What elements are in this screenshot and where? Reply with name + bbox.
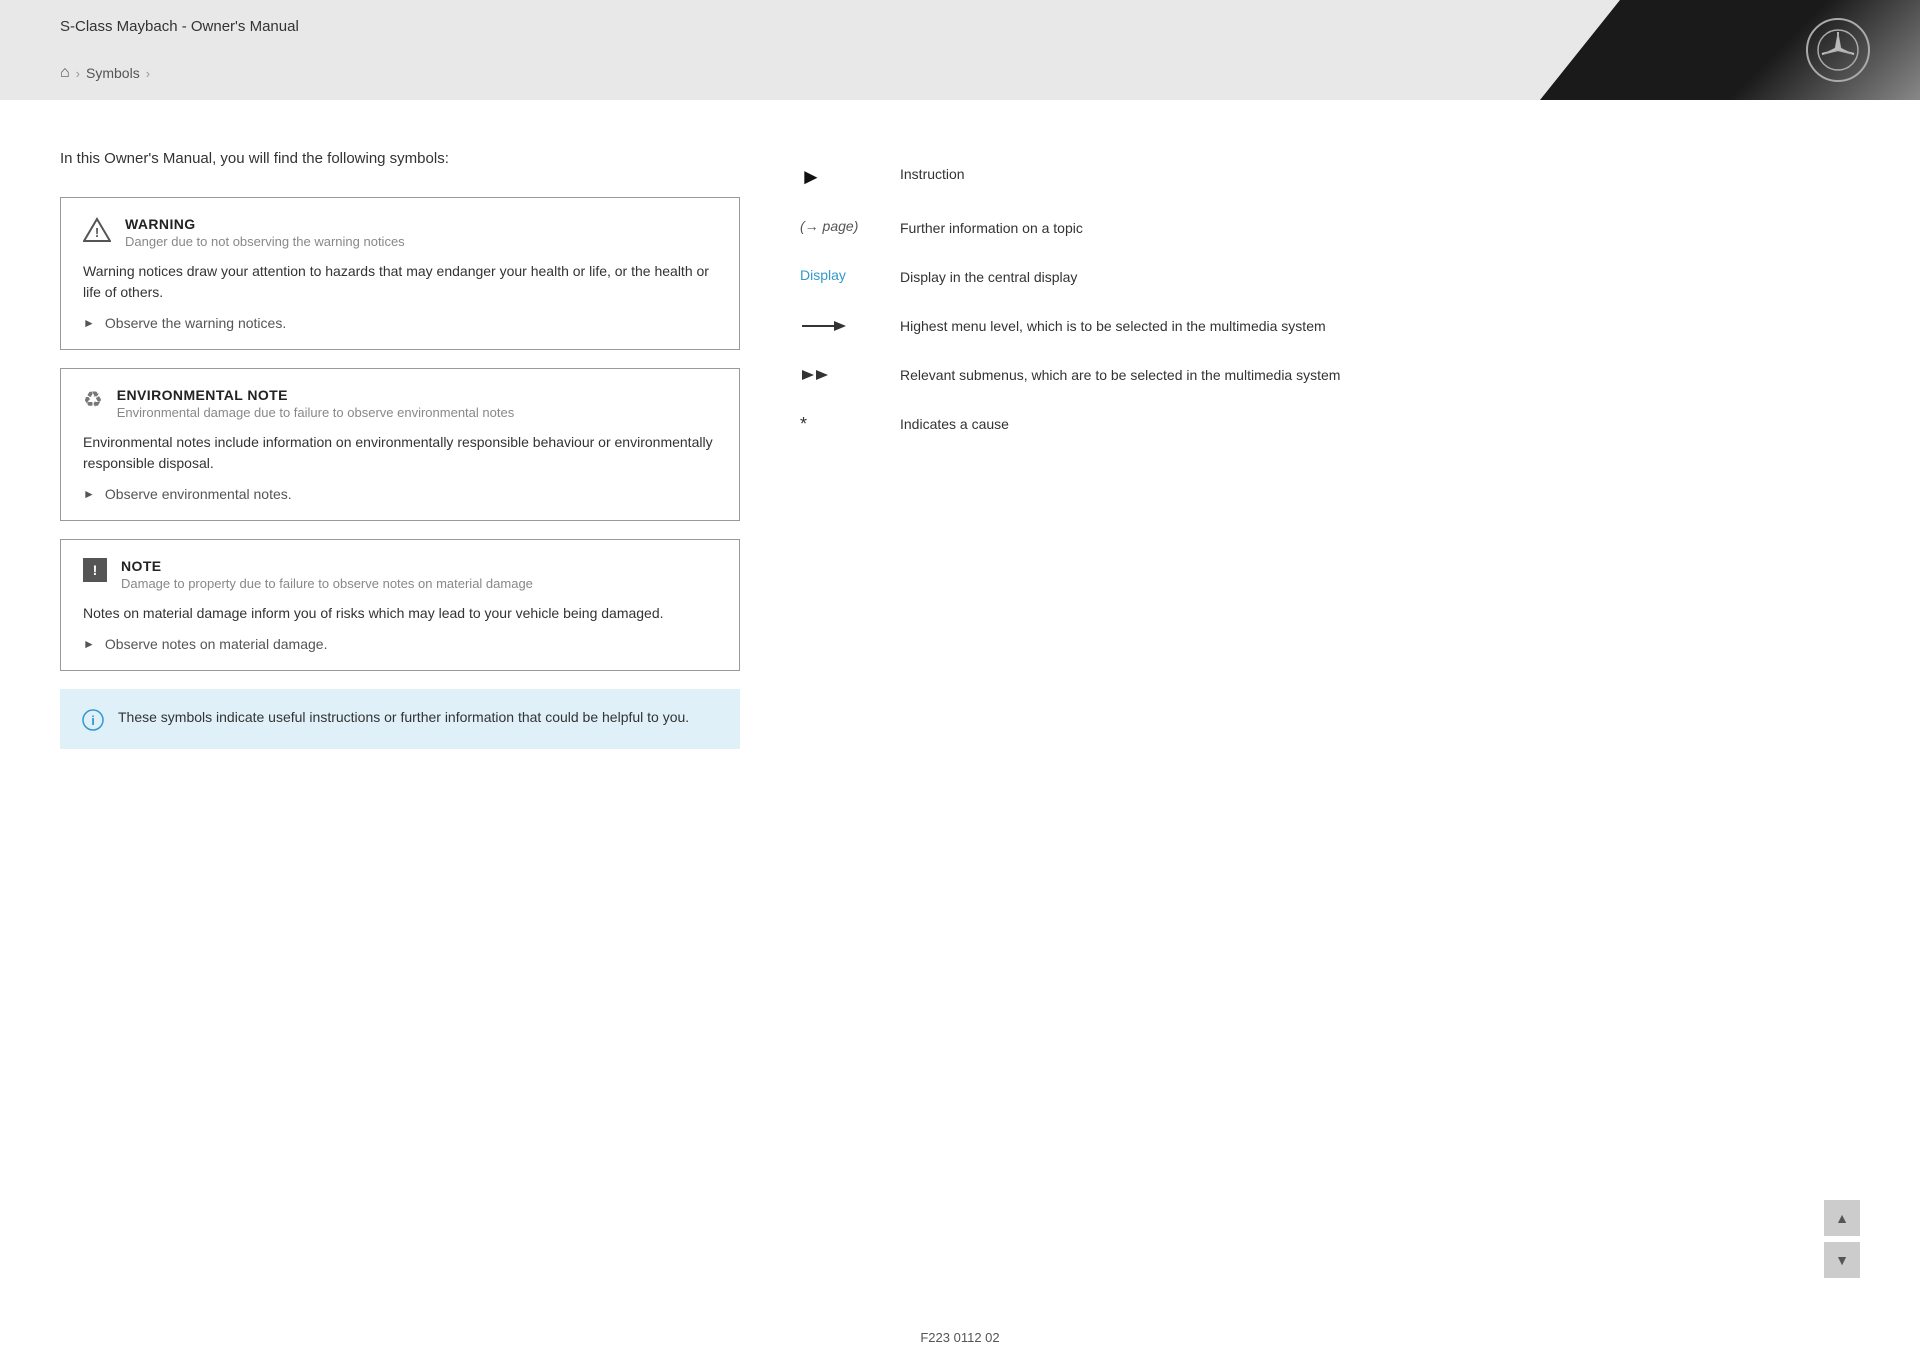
environmental-body: Environmental notes include information … — [83, 432, 717, 474]
logo-area — [1540, 0, 1920, 100]
svg-text:i: i — [91, 713, 95, 728]
play-arrow-icon: ► — [800, 164, 822, 190]
symbol-further-info: (→ page) Further information on a topic — [800, 204, 1860, 253]
environmental-icon: ♻ — [83, 387, 103, 413]
note-instruction-arrow: ► — [83, 637, 95, 651]
symbol-further-info-label: Further information on a topic — [900, 218, 1860, 239]
environmental-title-block: ENVIRONMENTAL NOTE Environmental damage … — [117, 387, 514, 420]
note-title-block: NOTE Damage to property due to failure t… — [121, 558, 533, 591]
footer-code: F223 0112 02 — [920, 1330, 999, 1345]
environmental-header: ♻ ENVIRONMENTAL NOTE Environmental damag… — [83, 387, 717, 420]
symbol-double-arrow: Relevant submenus, which are to be selec… — [800, 351, 1860, 400]
symbol-instruction: ► Instruction — [800, 150, 1860, 204]
symbol-asterisk-label: Indicates a cause — [900, 414, 1860, 435]
breadcrumb: ⌂ › Symbols › — [60, 64, 150, 82]
note-box: ! NOTE Damage to property due to failure… — [60, 539, 740, 671]
symbol-asterisk-icon-cell: * — [800, 414, 900, 435]
warning-subtitle: Danger due to not observing the warning … — [125, 234, 405, 249]
breadcrumb-sep-1: › — [76, 66, 80, 81]
right-column: ► Instruction (→ page) Further informati… — [740, 150, 1860, 1240]
symbol-further-info-icon-cell: (→ page) — [800, 218, 900, 234]
note-header: ! NOTE Damage to property due to failure… — [83, 558, 717, 591]
header: S-Class Maybach - Owner's Manual ⌂ › Sym… — [0, 0, 1920, 100]
footer: F223 0112 02 — [0, 1300, 1920, 1365]
double-arrow-icon — [800, 365, 850, 385]
left-column: In this Owner's Manual, you will find th… — [60, 150, 740, 1240]
note-title: NOTE — [121, 558, 533, 574]
intro-text: In this Owner's Manual, you will find th… — [60, 150, 740, 167]
environmental-title: ENVIRONMENTAL NOTE — [117, 387, 514, 403]
environmental-instruction: ► Observe environmental notes. — [83, 486, 717, 502]
note-icon: ! — [83, 558, 107, 582]
symbol-display-label: Display in the central display — [900, 267, 1860, 288]
symbol-instruction-icon-cell: ► — [800, 164, 900, 190]
main-content: In this Owner's Manual, you will find th… — [0, 100, 1920, 1300]
symbol-double-arrow-icon-cell — [800, 365, 900, 385]
scroll-down-button[interactable]: ▼ — [1824, 1242, 1860, 1278]
symbol-nav-arrow-icon-cell — [800, 316, 900, 336]
symbol-display-icon-cell: Display — [800, 267, 900, 283]
info-box: i These symbols indicate useful instruct… — [60, 689, 740, 749]
symbol-asterisk: * Indicates a cause — [800, 400, 1860, 449]
header-title: S-Class Maybach - Owner's Manual — [0, 18, 299, 35]
mercedes-star — [1806, 18, 1870, 82]
home-icon[interactable]: ⌂ — [60, 64, 70, 82]
warning-header: ! WARNING Danger due to not observing th… — [83, 216, 717, 249]
asterisk-icon: * — [800, 414, 807, 435]
warning-title-block: WARNING Danger due to not observing the … — [125, 216, 405, 249]
note-instruction: ► Observe notes on material damage. — [83, 636, 717, 652]
scroll-buttons: ▲ ▼ — [1824, 1200, 1860, 1278]
warning-instruction: ► Observe the warning notices. — [83, 315, 717, 331]
warning-icon: ! — [83, 216, 111, 244]
page-ref-icon: (→ page) — [800, 218, 858, 234]
env-instruction-arrow: ► — [83, 487, 95, 501]
breadcrumb-symbols[interactable]: Symbols — [86, 65, 140, 81]
symbol-nav-arrow: Highest menu level, which is to be selec… — [800, 302, 1860, 351]
warning-title: WARNING — [125, 216, 405, 232]
environmental-instruction-text: Observe environmental notes. — [105, 486, 292, 502]
warning-box: ! WARNING Danger due to not observing th… — [60, 197, 740, 350]
instruction-arrow: ► — [83, 316, 95, 330]
display-icon: Display — [800, 267, 846, 283]
warning-instruction-text: Observe the warning notices. — [105, 315, 286, 331]
breadcrumb-sep-2: › — [146, 66, 150, 81]
note-instruction-text: Observe notes on material damage. — [105, 636, 328, 652]
scroll-up-button[interactable]: ▲ — [1824, 1200, 1860, 1236]
nav-arrow-icon — [800, 316, 850, 336]
note-subtitle: Damage to property due to failure to obs… — [121, 576, 533, 591]
info-text: These symbols indicate useful instructio… — [118, 707, 689, 728]
environmental-box: ♻ ENVIRONMENTAL NOTE Environmental damag… — [60, 368, 740, 521]
symbol-double-arrow-label: Relevant submenus, which are to be selec… — [900, 365, 1860, 386]
svg-text:!: ! — [95, 225, 99, 240]
info-icon: i — [82, 709, 104, 731]
symbol-display: Display Display in the central display — [800, 253, 1860, 302]
environmental-subtitle: Environmental damage due to failure to o… — [117, 405, 514, 420]
warning-body: Warning notices draw your attention to h… — [83, 261, 717, 303]
symbol-nav-arrow-label: Highest menu level, which is to be selec… — [900, 316, 1860, 337]
symbol-instruction-label: Instruction — [900, 164, 1860, 185]
note-body: Notes on material damage inform you of r… — [83, 603, 717, 624]
